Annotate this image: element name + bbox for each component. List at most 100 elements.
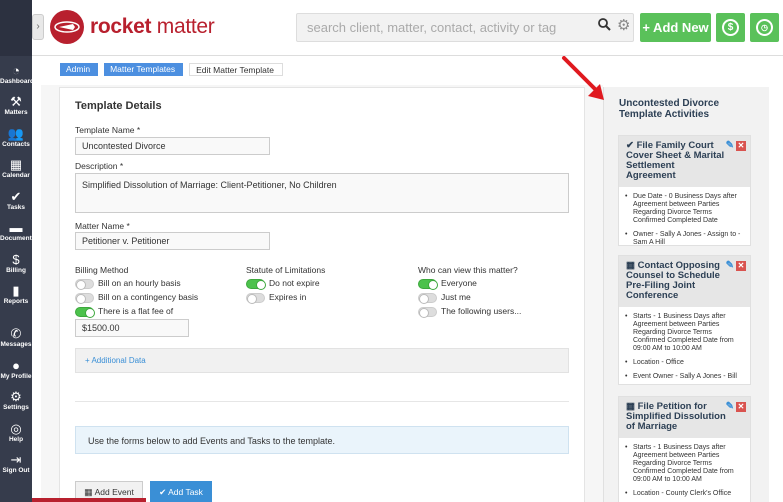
following-users-toggle[interactable] xyxy=(418,306,437,318)
visibility-option-everyone[interactable]: Everyone xyxy=(418,278,477,290)
search-settings-gear-icon[interactable]: ⚙ xyxy=(617,16,630,34)
sidebar-item-sign-out[interactable]: ⇥ Sign Out xyxy=(0,452,32,475)
sidebar: ◔ Dashboard ⚒ Matters 👥 Contacts ▦ Calendar ✔ Tas… xyxy=(0,0,35,502)
statute-option-expires-in[interactable]: Expires in xyxy=(246,292,306,304)
activity-card: ✔ File Family Court Cover Sheet & Marita… xyxy=(618,135,751,246)
gear-icon: ⚙ xyxy=(10,389,22,404)
add-task-button[interactable]: ✔ Add Task xyxy=(150,481,212,502)
just-me-toggle[interactable] xyxy=(418,292,437,304)
search-input[interactable]: search client, matter, contact, activity… xyxy=(296,13,634,42)
activity-detail: Starts - 1 Business Days after Agreement… xyxy=(623,444,744,484)
sidebar-item-tasks[interactable]: ✔ Tasks xyxy=(0,190,32,212)
sidebar-item-label: Tasks xyxy=(7,204,25,211)
sidebar-item-documents[interactable]: ▬ Documents xyxy=(0,220,35,243)
sidebar-header xyxy=(0,0,32,56)
activity-detail: Location - County Clerk's Office xyxy=(623,490,744,498)
sidebar-item-label: Calendar xyxy=(2,172,30,179)
sign-out-icon: ⇥ xyxy=(10,452,22,467)
sidebar-item-label: My Profile xyxy=(0,373,32,380)
sidebar-item-billing[interactable]: $ Billing xyxy=(0,253,32,275)
breadcrumb: Admin Matter Templates Edit Matter Templ… xyxy=(60,63,289,76)
activity-title[interactable]: Contact Opposing Counsel to Schedule Pre… xyxy=(626,260,720,301)
billing-button[interactable]: $ xyxy=(716,13,745,42)
bottom-status-bar xyxy=(32,498,146,502)
dollar-icon: $ xyxy=(722,19,739,36)
sidebar-toggle-icon[interactable]: › xyxy=(32,14,44,40)
sidebar-item-reports[interactable]: ▮ Reports xyxy=(0,283,32,306)
flat-fee-field[interactable]: $1500.00 xyxy=(75,319,189,337)
sidebar-item-settings[interactable]: ⚙ Settings xyxy=(0,389,32,412)
billing-method-label: Billing Method xyxy=(75,265,129,275)
sidebar-item-label: Help xyxy=(8,436,24,443)
sidebar-item-help[interactable]: ◎ Help xyxy=(0,421,32,444)
expires-in-toggle[interactable] xyxy=(246,292,265,304)
sidebar-item-contacts[interactable]: 👥 Contacts xyxy=(0,127,32,149)
billing-option-hourly[interactable]: Bill on an hourly basis xyxy=(75,278,181,290)
activity-card-header: ✔ File Family Court Cover Sheet & Marita… xyxy=(619,136,750,187)
hourly-toggle[interactable] xyxy=(75,278,94,290)
sidebar-item-label: Messages xyxy=(0,341,32,348)
lifebuoy-icon: ◎ xyxy=(10,421,22,436)
app-root: ◔ Dashboard ⚒ Matters 👥 Contacts ▦ Calendar ✔ Tas… xyxy=(0,0,783,502)
everyone-toggle[interactable] xyxy=(418,278,438,290)
sidebar-item-calendar[interactable]: ▦ Calendar xyxy=(0,158,32,180)
activity-title[interactable]: File Petition for Simplified Dissolution… xyxy=(626,401,726,432)
sidebar-item-matters[interactable]: ⚒ Matters xyxy=(0,94,32,117)
activity-card: ▦ File Petition for Simplified Dissoluti… xyxy=(618,396,751,502)
section-title: Template Details xyxy=(75,100,162,112)
sidebar-item-messages[interactable]: ✆ Messages xyxy=(0,327,32,349)
matter-name-label: Matter Name * xyxy=(75,221,130,231)
edit-pencil-icon[interactable]: ✎ xyxy=(726,141,734,151)
breadcrumb-edit-matter-template: Edit Matter Template xyxy=(189,63,283,76)
breadcrumb-matter-templates[interactable]: Matter Templates xyxy=(104,63,184,76)
delete-icon[interactable]: ✕ xyxy=(736,141,746,151)
statute-label: Statute of Limitations xyxy=(246,265,326,275)
sidebar-item-label: Matters xyxy=(4,109,28,116)
visibility-option-just-me[interactable]: Just me xyxy=(418,292,471,304)
matter-name-field[interactable]: Petitioner v. Petitioner xyxy=(75,232,270,250)
template-name-field[interactable]: Uncontested Divorce xyxy=(75,137,270,155)
description-field[interactable]: Simplified Dissolution of Marriage: Clie… xyxy=(75,173,569,213)
activity-card-header: ▦ Contact Opposing Counsel to Schedule P… xyxy=(619,256,750,307)
flat-fee-toggle[interactable] xyxy=(75,306,95,318)
activity-detail: Location - Office xyxy=(623,359,744,367)
statute-option-no-expire[interactable]: Do not expire xyxy=(246,278,320,290)
gavel-icon: ⚒ xyxy=(10,94,22,109)
activity-detail: Owner - Sally A Jones - Assign to - Sam … xyxy=(623,231,744,247)
billing-option-contingency[interactable]: Bill on a contingency basis xyxy=(75,292,198,304)
divider xyxy=(75,401,569,402)
info-banner: Use the forms below to add Events and Ta… xyxy=(75,426,569,454)
sidebar-item-label: Billing xyxy=(6,267,26,274)
sidebar-item-label: Sign Out xyxy=(2,467,30,474)
search-icon[interactable] xyxy=(598,18,611,34)
contingency-toggle[interactable] xyxy=(75,292,94,304)
visibility-option-following-users[interactable]: The following users... xyxy=(418,306,521,318)
clock-icon: ◷ xyxy=(756,19,773,36)
add-new-button[interactable]: + Add New xyxy=(640,13,711,42)
description-label: Description * xyxy=(75,161,124,171)
bar-chart-icon: ▮ xyxy=(12,283,20,298)
timer-button[interactable]: ◷ xyxy=(750,13,779,42)
activity-title[interactable]: File Family Court Cover Sheet & Marital … xyxy=(626,140,724,181)
breadcrumb-admin[interactable]: Admin xyxy=(60,63,99,76)
billing-option-flat-fee[interactable]: There is a flat fee of xyxy=(75,306,173,318)
logo-text: rocket matter xyxy=(90,15,215,38)
delete-icon[interactable]: ✕ xyxy=(736,261,746,271)
activity-card: ▦ Contact Opposing Counsel to Schedule P… xyxy=(618,255,751,385)
sidebar-item-my-profile[interactable]: ● My Profile xyxy=(0,359,32,381)
app-logo[interactable]: rocket matter xyxy=(50,8,215,46)
sidebar-item-dashboard[interactable]: ◔ Dashboard xyxy=(0,63,34,86)
activity-detail: Event Owner - Sally A Jones - Bill xyxy=(623,373,744,381)
edit-pencil-icon[interactable]: ✎ xyxy=(726,261,734,271)
gauge-icon: ◔ xyxy=(12,63,20,78)
edit-pencil-icon[interactable]: ✎ xyxy=(726,402,734,412)
delete-icon[interactable]: ✕ xyxy=(736,402,746,412)
check-icon: ✔ xyxy=(159,487,167,497)
activity-card-header: ▦ File Petition for Simplified Dissoluti… xyxy=(619,397,750,438)
no-expire-toggle[interactable] xyxy=(246,278,266,290)
annotation-arrow xyxy=(562,56,604,100)
template-name-label: Template Name * xyxy=(75,125,141,135)
folder-icon: ▬ xyxy=(9,220,23,235)
additional-data-link[interactable]: + Additional Data xyxy=(75,348,569,373)
sidebar-item-label: Contacts xyxy=(2,141,30,148)
